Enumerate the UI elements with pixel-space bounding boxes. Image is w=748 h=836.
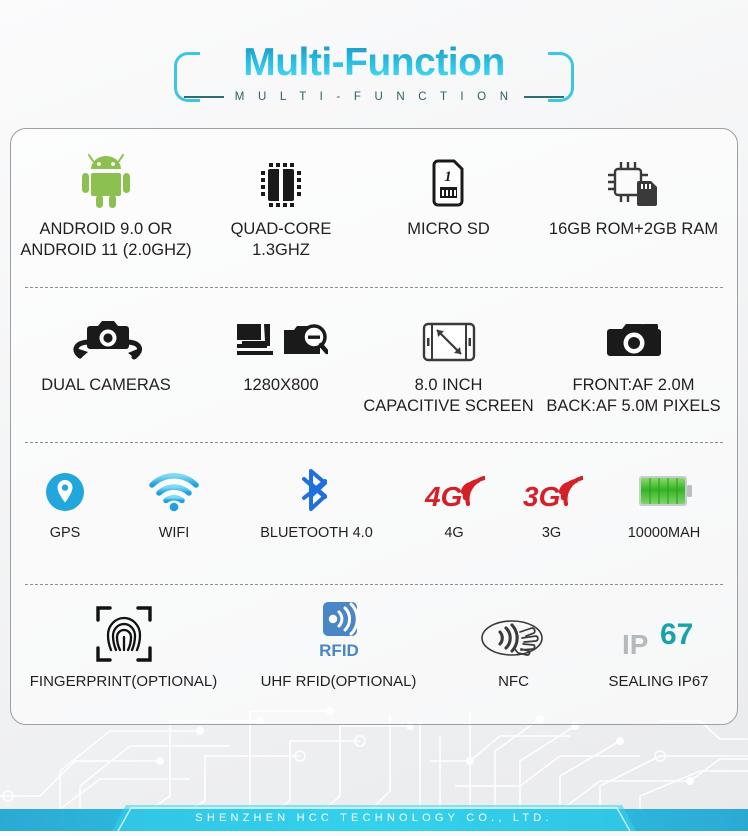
spec-label: UHF RFID(OPTIONAL) [260, 673, 417, 690]
spec-label: 8.0 INCH CAPACITIVE SCREEN [363, 376, 534, 416]
spec-item-bluetooth: BLUETOOTH 4.0 [229, 466, 404, 543]
micro-sd-card-icon: 1 [432, 159, 463, 207]
spec-row-system: ANDROID 9.0 OR ANDROID 11 (2.0GHZ) QUAD-… [11, 129, 737, 287]
camera-icon [606, 324, 661, 356]
spec-label: 16GB ROM+2GB RAM [548, 220, 719, 238]
spec-item-battery: 10000MAH [599, 466, 729, 543]
spec-label: NFC [498, 673, 529, 690]
sd-number-label: 1 [444, 169, 452, 185]
spec-item-microsd: 1 MICRO SD [361, 151, 536, 240]
spec-label: QUAD-CORE 1.3GHZ [230, 220, 332, 260]
spec-item-screen: 8.0 INCH CAPACITIVE SCREEN [361, 309, 536, 417]
spec-item-quadcore: QUAD-CORE 1.3GHZ [201, 151, 361, 261]
nfc-icon [480, 620, 543, 656]
tablet-diagonal-icon [422, 322, 475, 362]
cpu-chip-icon [261, 163, 301, 207]
company-name: SHENZHEN HCC TECHNOLOGY CO., LTD. [195, 812, 553, 824]
spec-item-resolution: 1280X800 [201, 309, 361, 396]
spec-item-dual-cameras: DUAL CAMERAS [11, 309, 201, 396]
4g-signal-icon: 4G [424, 475, 485, 512]
spec-row-display: DUAL CAMERAS 1280X800 8.0 INCH CAPACITIV… [11, 287, 737, 442]
battery-icon [639, 476, 692, 506]
3g-signal-icon: 3G [523, 475, 583, 512]
spec-item-wifi: WIFI [119, 466, 229, 543]
wifi-icon [149, 473, 199, 512]
footer-banner: SHENZHEN HCC TECHNOLOGY CO., LTD. [0, 805, 748, 832]
dual-camera-rotate-icon [73, 321, 142, 360]
spec-item-android: ANDROID 9.0 OR ANDROID 11 (2.0GHZ) [11, 151, 201, 261]
ip-rating-text: 67 [660, 618, 693, 651]
spec-item-3g: 3G 3G [504, 466, 599, 543]
spec-label: ANDROID 9.0 OR ANDROID 11 (2.0GHZ) [20, 220, 192, 260]
specification-card: ANDROID 9.0 OR ANDROID 11 (2.0GHZ) QUAD-… [10, 128, 738, 725]
page-title: Multi-Function [184, 40, 564, 86]
bluetooth-icon [301, 469, 327, 511]
spec-item-rfid: RFID UHF RFID(OPTIONAL) [236, 602, 441, 691]
spec-label: WIFI [158, 525, 190, 541]
spec-item-memory: 16GB ROM+2GB RAM [536, 151, 731, 240]
spec-label: DUAL CAMERAS [41, 376, 171, 394]
spec-label: 1280X800 [243, 376, 319, 394]
spec-item-fingerprint: FINGERPRINT(OPTIONAL) [11, 604, 236, 691]
spec-row-features: FINGERPRINT(OPTIONAL) RFID UHF RFID(OPTI… [11, 584, 737, 724]
gps-pin-icon [46, 473, 84, 511]
memory-chip-icon [607, 162, 657, 206]
spec-label: 4G [444, 525, 464, 541]
spec-label: MICRO SD [407, 220, 490, 238]
spec-label: SEALING IP67 [608, 673, 709, 690]
android-robot-icon [82, 154, 130, 208]
spec-label: 3G [541, 525, 562, 541]
rfid-icon: RFID [319, 602, 359, 660]
spec-label: GPS [49, 525, 81, 541]
right-bracket-icon [548, 52, 574, 102]
spec-label: BLUETOOTH 4.0 [260, 525, 373, 541]
fingerprint-icon [95, 606, 152, 662]
spec-item-ip67: IP 67 SEALING IP67 [586, 604, 731, 691]
spec-label: 10000MAH [627, 525, 701, 541]
spec-label: FINGERPRINT(OPTIONAL) [29, 673, 218, 690]
spec-item-nfc: NFC [441, 604, 586, 691]
ip-prefix-text: IP [622, 629, 648, 660]
resolution-zoom-icon [237, 324, 328, 355]
ip67-icon: IP 67 [622, 618, 693, 660]
spec-item-camera-pixels: FRONT:AF 2.0M BACK:AF 5.0M PIXELS [536, 309, 731, 417]
spec-item-gps: GPS [11, 466, 119, 543]
left-bracket-icon [174, 52, 200, 102]
spec-row-connectivity: GPS WIFI BLUETOOTH 4.0 4G 4G 3G 3G 10000… [11, 442, 737, 584]
rfid-text: RFID [319, 641, 359, 660]
4g-text: 4G [424, 481, 462, 512]
spec-item-4g: 4G 4G [404, 466, 504, 543]
3g-text: 3G [523, 481, 560, 512]
page-header: Multi-Function M U L T I - F U N C T I O… [0, 0, 748, 128]
page-subtitle: M U L T I - F U N C T I O N [234, 91, 514, 103]
spec-label: FRONT:AF 2.0M BACK:AF 5.0M PIXELS [546, 376, 721, 416]
